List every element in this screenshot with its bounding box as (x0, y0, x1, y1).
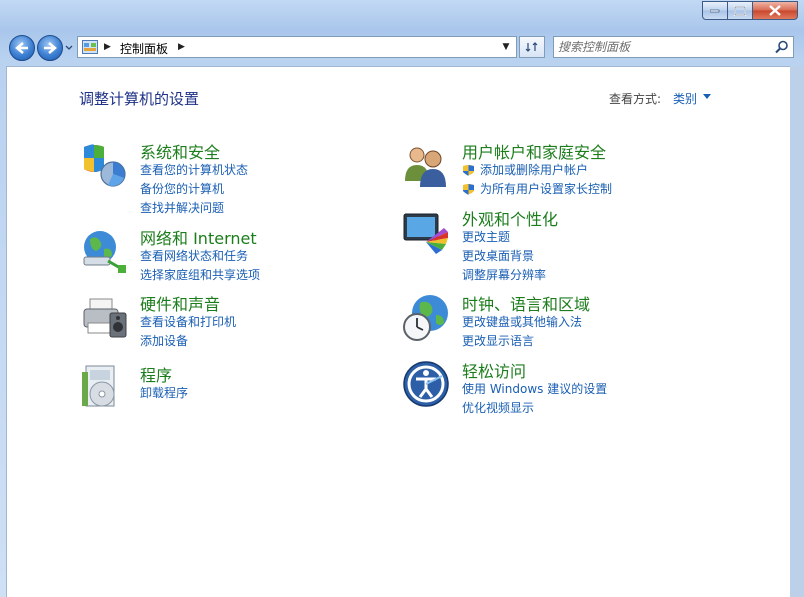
link-troubleshoot[interactable]: 查找并解决问题 (140, 199, 248, 218)
link-uninstall-program[interactable]: 卸载程序 (140, 384, 188, 403)
back-arrow-icon (15, 42, 28, 54)
chevron-down-icon (65, 45, 73, 50)
view-by-dropdown[interactable]: 类别 (673, 90, 697, 107)
search-input[interactable] (558, 39, 768, 55)
content-pane: 调整计算机的设置 查看方式: 类别 系统和安全 查看您的计算机状态 备份您的计算… (6, 66, 791, 597)
appearance-monitor-icon[interactable] (402, 208, 450, 256)
uac-shield-icon (463, 165, 474, 176)
control-panel-window: ▶ 控制面板 ▶ ▼ 调整计算机的设置 查看方式: 类别 (0, 0, 804, 597)
printer-speaker-icon[interactable] (80, 293, 128, 341)
link-change-display-language[interactable]: 更改显示语言 (462, 332, 582, 351)
category-title[interactable]: 网络和 Internet (140, 225, 257, 249)
close-icon (769, 5, 781, 16)
category-title[interactable]: 外观和个性化 (462, 206, 558, 230)
maximize-button[interactable] (727, 1, 753, 20)
forward-arrow-icon (44, 42, 57, 54)
link-add-device[interactable]: 添加设备 (140, 332, 236, 351)
link-change-desktop-background[interactable]: 更改桌面背景 (462, 247, 546, 266)
link-change-theme[interactable]: 更改主题 (462, 228, 546, 247)
category-title[interactable]: 硬件和声音 (140, 291, 220, 315)
category-links: 更改键盘或其他输入法 更改显示语言 (462, 313, 582, 351)
recent-pages-dropdown[interactable] (64, 43, 74, 53)
link-parental-controls[interactable]: 为所有用户设置家长控制 (462, 180, 612, 199)
refresh-button[interactable] (519, 36, 545, 58)
category-links: 更改主题 更改桌面背景 调整屏幕分辨率 (462, 228, 546, 285)
link-windows-recommended-settings[interactable]: 使用 Windows 建议的设置 (462, 380, 607, 399)
link-label: 为所有用户设置家长控制 (480, 182, 613, 196)
refresh-icon (525, 42, 538, 52)
title-bar (0, 0, 804, 28)
users-icon[interactable] (402, 141, 450, 189)
forward-button[interactable] (37, 35, 63, 61)
link-view-computer-status[interactable]: 查看您的计算机状态 (140, 161, 248, 180)
page-title: 调整计算机的设置 (79, 90, 200, 108)
link-label: 添加或删除用户帐户 (480, 163, 589, 177)
uac-shield-icon (463, 184, 474, 195)
link-backup-computer[interactable]: 备份您的计算机 (140, 180, 248, 199)
category-links: 查看设备和打印机 添加设备 (140, 313, 236, 351)
maximize-icon (734, 5, 746, 16)
address-bar[interactable]: ▶ 控制面板 ▶ ▼ (77, 36, 517, 58)
category-links: 卸载程序 (140, 384, 188, 403)
link-network-status[interactable]: 查看网络状态和任务 (140, 247, 260, 266)
minimize-icon (710, 9, 720, 12)
link-optimize-visual-display[interactable]: 优化视频显示 (462, 399, 607, 418)
link-add-remove-accounts[interactable]: 添加或删除用户帐户 (462, 161, 612, 180)
view-by-chevron-down-icon[interactable] (703, 94, 711, 99)
category-links: 添加或删除用户帐户 为所有用户设置家长控制 (462, 161, 612, 199)
control-panel-icon (82, 40, 98, 54)
view-by-label: 查看方式: (609, 92, 662, 106)
category-links: 使用 Windows 建议的设置 优化视频显示 (462, 380, 607, 418)
link-homegroup-sharing[interactable]: 选择家庭组和共享选项 (140, 266, 260, 285)
category-title[interactable]: 系统和安全 (140, 139, 220, 163)
link-change-keyboard-input[interactable]: 更改键盘或其他输入法 (462, 313, 582, 332)
category-title[interactable]: 程序 (140, 362, 172, 386)
network-globe-icon[interactable] (80, 227, 128, 275)
ease-of-access-icon[interactable] (402, 360, 450, 408)
breadcrumb-separator-icon[interactable]: ▶ (104, 42, 111, 52)
category-title[interactable]: 用户帐户和家庭安全 (462, 139, 606, 163)
category-title[interactable]: 时钟、语言和区域 (462, 291, 590, 315)
caption-buttons (702, 1, 798, 21)
window-right-border (790, 66, 804, 597)
minimize-button[interactable] (702, 1, 728, 20)
address-dropdown-icon[interactable]: ▼ (496, 37, 516, 57)
back-button[interactable] (9, 35, 35, 61)
close-button[interactable] (752, 1, 798, 20)
link-screen-resolution[interactable]: 调整屏幕分辨率 (462, 266, 546, 285)
system-security-icon[interactable] (80, 141, 128, 189)
navigation-bar: ▶ 控制面板 ▶ ▼ (0, 30, 804, 66)
search-box[interactable] (553, 36, 794, 58)
programs-disc-icon[interactable] (80, 364, 128, 412)
category-links: 查看您的计算机状态 备份您的计算机 查找并解决问题 (140, 161, 248, 218)
link-devices-printers[interactable]: 查看设备和打印机 (140, 313, 236, 332)
clock-globe-icon[interactable] (402, 293, 450, 341)
category-title[interactable]: 轻松访问 (462, 358, 526, 382)
breadcrumb-control-panel[interactable]: 控制面板 (120, 40, 168, 57)
breadcrumb-separator-icon[interactable]: ▶ (178, 42, 185, 52)
category-links: 查看网络状态和任务 选择家庭组和共享选项 (140, 247, 260, 285)
search-icon[interactable] (775, 40, 789, 54)
